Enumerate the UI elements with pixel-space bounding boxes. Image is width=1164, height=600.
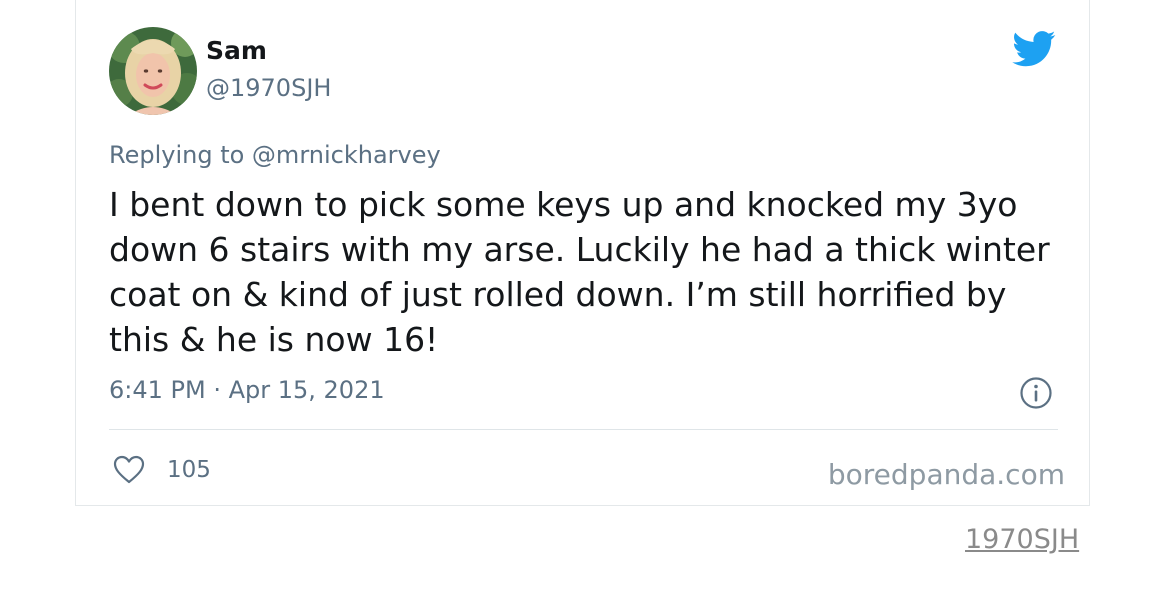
avatar[interactable] (109, 27, 197, 115)
author-handle[interactable]: @1970SJH (206, 74, 331, 102)
watermark: boredpanda.com (827, 458, 1065, 491)
like-count: 105 (167, 457, 211, 483)
divider (109, 429, 1058, 430)
tweet-timestamp[interactable]: 6:41 PM · Apr 15, 2021 (109, 376, 385, 404)
twitter-bird-icon[interactable] (1012, 30, 1056, 68)
source-link[interactable]: 1970SJH (965, 524, 1079, 555)
replying-to[interactable]: Replying to @mrnickharvey (109, 141, 441, 169)
heart-icon[interactable] (113, 455, 145, 485)
like-button[interactable]: 105 (113, 453, 211, 487)
info-icon[interactable] (1019, 376, 1053, 410)
tweet-text: I bent down to pick some keys up and kno… (109, 185, 1050, 359)
tweet-card: Sam @1970SJH Replying to @mrnickharvey I… (75, 0, 1090, 506)
author-name[interactable]: Sam (206, 36, 267, 65)
